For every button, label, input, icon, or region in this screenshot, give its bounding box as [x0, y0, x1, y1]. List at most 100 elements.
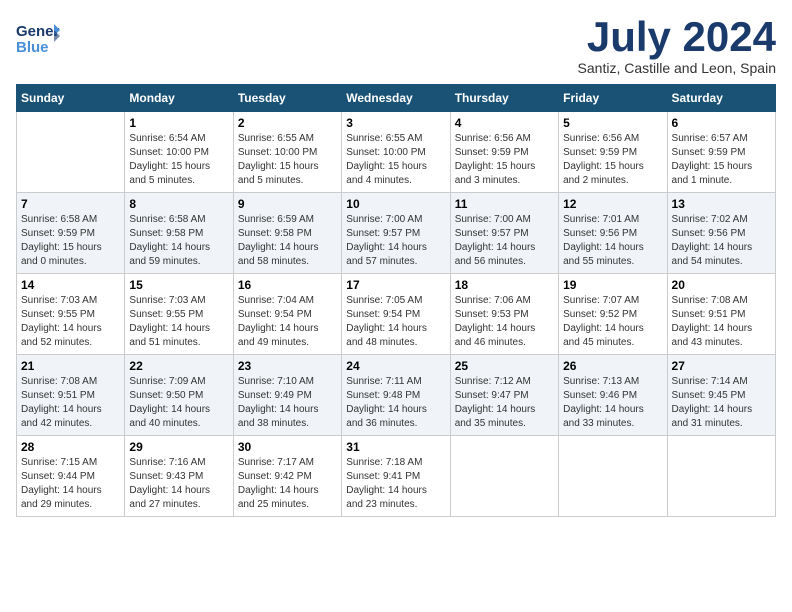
sunrise-text: Sunrise: 7:01 AM — [563, 214, 639, 225]
daylight-text: Daylight: 14 hours and 59 minutes. — [129, 242, 210, 267]
daylight-text: Daylight: 14 hours and 43 minutes. — [672, 323, 753, 348]
sunrise-text: Sunrise: 6:58 AM — [21, 214, 97, 225]
daylight-text: Daylight: 14 hours and 58 minutes. — [238, 242, 319, 267]
month-title: July 2024 — [578, 16, 776, 58]
day-info: Sunrise: 6:56 AMSunset: 9:59 PMDaylight:… — [563, 132, 662, 188]
day-info: Sunrise: 6:55 AMSunset: 10:00 PMDaylight… — [346, 132, 445, 188]
day-number: 20 — [672, 278, 771, 292]
sunrise-text: Sunrise: 7:14 AM — [672, 376, 748, 387]
table-row: 29Sunrise: 7:16 AMSunset: 9:43 PMDayligh… — [125, 436, 233, 517]
daylight-text: Daylight: 14 hours and 42 minutes. — [21, 404, 102, 429]
table-row: 15Sunrise: 7:03 AMSunset: 9:55 PMDayligh… — [125, 274, 233, 355]
sunrise-text: Sunrise: 7:17 AM — [238, 457, 314, 468]
daylight-text: Daylight: 14 hours and 33 minutes. — [563, 404, 644, 429]
table-row: 17Sunrise: 7:05 AMSunset: 9:54 PMDayligh… — [342, 274, 450, 355]
table-row: 12Sunrise: 7:01 AMSunset: 9:56 PMDayligh… — [559, 193, 667, 274]
sunset-text: Sunset: 9:45 PM — [672, 390, 746, 401]
day-number: 31 — [346, 440, 445, 454]
sunset-text: Sunset: 9:57 PM — [455, 228, 529, 239]
sunrise-text: Sunrise: 7:08 AM — [21, 376, 97, 387]
day-info: Sunrise: 6:58 AMSunset: 9:58 PMDaylight:… — [129, 213, 228, 269]
table-row: 1Sunrise: 6:54 AMSunset: 10:00 PMDayligh… — [125, 112, 233, 193]
sunrise-text: Sunrise: 7:15 AM — [21, 457, 97, 468]
day-info: Sunrise: 7:09 AMSunset: 9:50 PMDaylight:… — [129, 375, 228, 431]
day-number: 3 — [346, 116, 445, 130]
day-info: Sunrise: 6:57 AM Sunset: 9:59 PM Daylight:… — [672, 132, 771, 188]
sunrise-text: Sunrise: 7:18 AM — [346, 457, 422, 468]
calendar-week-row: 28Sunrise: 7:15 AMSunset: 9:44 PMDayligh… — [17, 436, 776, 517]
day-info: Sunrise: 7:08 AMSunset: 9:51 PMDaylight:… — [21, 375, 120, 431]
sunset-text: Sunset: 10:00 PM — [238, 147, 318, 158]
day-number: 26 — [563, 359, 662, 373]
table-row: 31Sunrise: 7:18 AMSunset: 9:41 PMDayligh… — [342, 436, 450, 517]
table-row: 25Sunrise: 7:12 AMSunset: 9:47 PMDayligh… — [450, 355, 558, 436]
day-number: 16 — [238, 278, 337, 292]
calendar-week-row: 1Sunrise: 6:54 AMSunset: 10:00 PMDayligh… — [17, 112, 776, 193]
table-row: 3 Sunrise: 6:55 AMSunset: 10:00 PMDayligh… — [342, 112, 450, 193]
calendar-week-row: 21Sunrise: 7:08 AMSunset: 9:51 PMDayligh… — [17, 355, 776, 436]
sunset-text: Sunset: 9:48 PM — [346, 390, 420, 401]
sunrise-text: Sunrise: 7:02 AM — [672, 214, 748, 225]
sunset-text: Sunset: 9:59 PM — [563, 147, 637, 158]
day-info: Sunrise: 7:04 AMSunset: 9:54 PMDaylight:… — [238, 294, 337, 350]
sunset-text: Sunset: 10:00 PM — [129, 147, 209, 158]
sunset-text: Sunset: 9:56 PM — [672, 228, 746, 239]
sunset-text: Sunset: 9:51 PM — [672, 309, 746, 320]
table-row: 5 Sunrise: 6:56 AMSunset: 9:59 PMDaylight… — [559, 112, 667, 193]
day-info: Sunrise: 7:07 AMSunset: 9:52 PMDaylight:… — [563, 294, 662, 350]
sunset-text: Sunset: 9:53 PM — [455, 309, 529, 320]
table-row: 24Sunrise: 7:11 AMSunset: 9:48 PMDayligh… — [342, 355, 450, 436]
daylight-text: Daylight: 14 hours and 52 minutes. — [21, 323, 102, 348]
sunrise-text: Sunrise: 7:08 AM — [672, 295, 748, 306]
table-row: 14Sunrise: 7:03 AMSunset: 9:55 PMDayligh… — [17, 274, 125, 355]
table-row: 9Sunrise: 6:59 AMSunset: 9:58 PMDaylight… — [233, 193, 341, 274]
sunset-text: Sunset: 9:56 PM — [563, 228, 637, 239]
sunrise-text: Sunrise: 6:56 AM — [455, 133, 531, 144]
table-row: 18Sunrise: 7:06 AMSunset: 9:53 PMDayligh… — [450, 274, 558, 355]
daylight-text: Daylight: 15 hours and 0 minutes. — [21, 242, 102, 267]
sunrise-text: Sunrise: 7:00 AM — [346, 214, 422, 225]
day-info: Sunrise: 7:17 AMSunset: 9:42 PMDaylight:… — [238, 456, 337, 512]
sunrise-text: Sunrise: 6:57 AM — [672, 133, 748, 144]
day-info: Sunrise: 7:03 AMSunset: 9:55 PMDaylight:… — [129, 294, 228, 350]
svg-text:General: General — [16, 23, 60, 40]
daylight-text: Daylight: 14 hours and 55 minutes. — [563, 242, 644, 267]
day-info: Sunrise: 6:58 AM Sunset: 9:59 PM Daylight:… — [21, 213, 120, 269]
day-info: Sunrise: 7:15 AMSunset: 9:44 PMDaylight:… — [21, 456, 120, 512]
table-row — [559, 436, 667, 517]
table-row: 30Sunrise: 7:17 AMSunset: 9:42 PMDayligh… — [233, 436, 341, 517]
sunset-text: Sunset: 9:55 PM — [21, 309, 95, 320]
day-info: Sunrise: 7:14 AMSunset: 9:45 PMDaylight:… — [672, 375, 771, 431]
sunset-text: Sunset: 9:59 PM — [672, 147, 746, 158]
day-info: Sunrise: 7:00 AM Sunset: 9:57 PM Daylight:… — [455, 213, 554, 269]
daylight-text: Daylight: 14 hours and 40 minutes. — [129, 404, 210, 429]
table-row: 26 Sunrise: 7:13 AMSunset: 9:46 PMDayligh… — [559, 355, 667, 436]
col-thursday: Thursday — [450, 85, 558, 112]
day-info: Sunrise: 7:06 AMSunset: 9:53 PMDaylight:… — [455, 294, 554, 350]
day-info: Sunrise: 6:56 AMSunset: 9:59 PMDaylight:… — [455, 132, 554, 188]
daylight-text: Daylight: 14 hours and 36 minutes. — [346, 404, 427, 429]
day-info: Sunrise: 7:13 AMSunset: 9:46 PMDaylight:… — [563, 375, 662, 431]
sunrise-text: Sunrise: 7:00 AM — [455, 214, 531, 225]
day-number: 23 — [238, 359, 337, 373]
sunrise-text: Sunrise: 6:55 AM — [346, 133, 422, 144]
calendar-week-row: 7Sunrise: 6:58 AMSunset: 9:59 PMDaylight… — [17, 193, 776, 274]
daylight-text: Daylight: 14 hours and 56 minutes. — [455, 242, 536, 267]
daylight-text: Daylight: 14 hours and 38 minutes. — [238, 404, 319, 429]
day-number: 22 — [129, 359, 228, 373]
daylight-text: Daylight: 14 hours and 27 minutes. — [129, 485, 210, 510]
daylight-text: Daylight: 15 hours and 3 minutes. — [455, 161, 536, 186]
day-number: 5 — [563, 116, 662, 130]
table-row: 13Sunrise: 7:02 AMSunset: 9:56 PMDayligh… — [667, 193, 775, 274]
day-info: Sunrise: 7:03 AMSunset: 9:55 PMDaylight:… — [21, 294, 120, 350]
col-friday: Friday — [559, 85, 667, 112]
daylight-text: Daylight: 14 hours and 48 minutes. — [346, 323, 427, 348]
sunset-text: Sunset: 9:59 PM — [21, 228, 95, 239]
daylight-text: Daylight: 15 hours and 5 minutes. — [238, 161, 319, 186]
daylight-text: Daylight: 15 hours and 1 minute. — [672, 161, 753, 186]
sunset-text: Sunset: 9:54 PM — [346, 309, 420, 320]
sunset-text: Sunset: 9:50 PM — [129, 390, 203, 401]
table-row: 10Sunrise: 7:00 AMSunset: 9:57 PMDayligh… — [342, 193, 450, 274]
day-info: Sunrise: 7:01 AM Sunset: 9:56 PM Daylight:… — [563, 213, 662, 269]
day-info: Sunrise: 7:08 AM Sunset: 9:51 PM Daylight:… — [672, 294, 771, 350]
